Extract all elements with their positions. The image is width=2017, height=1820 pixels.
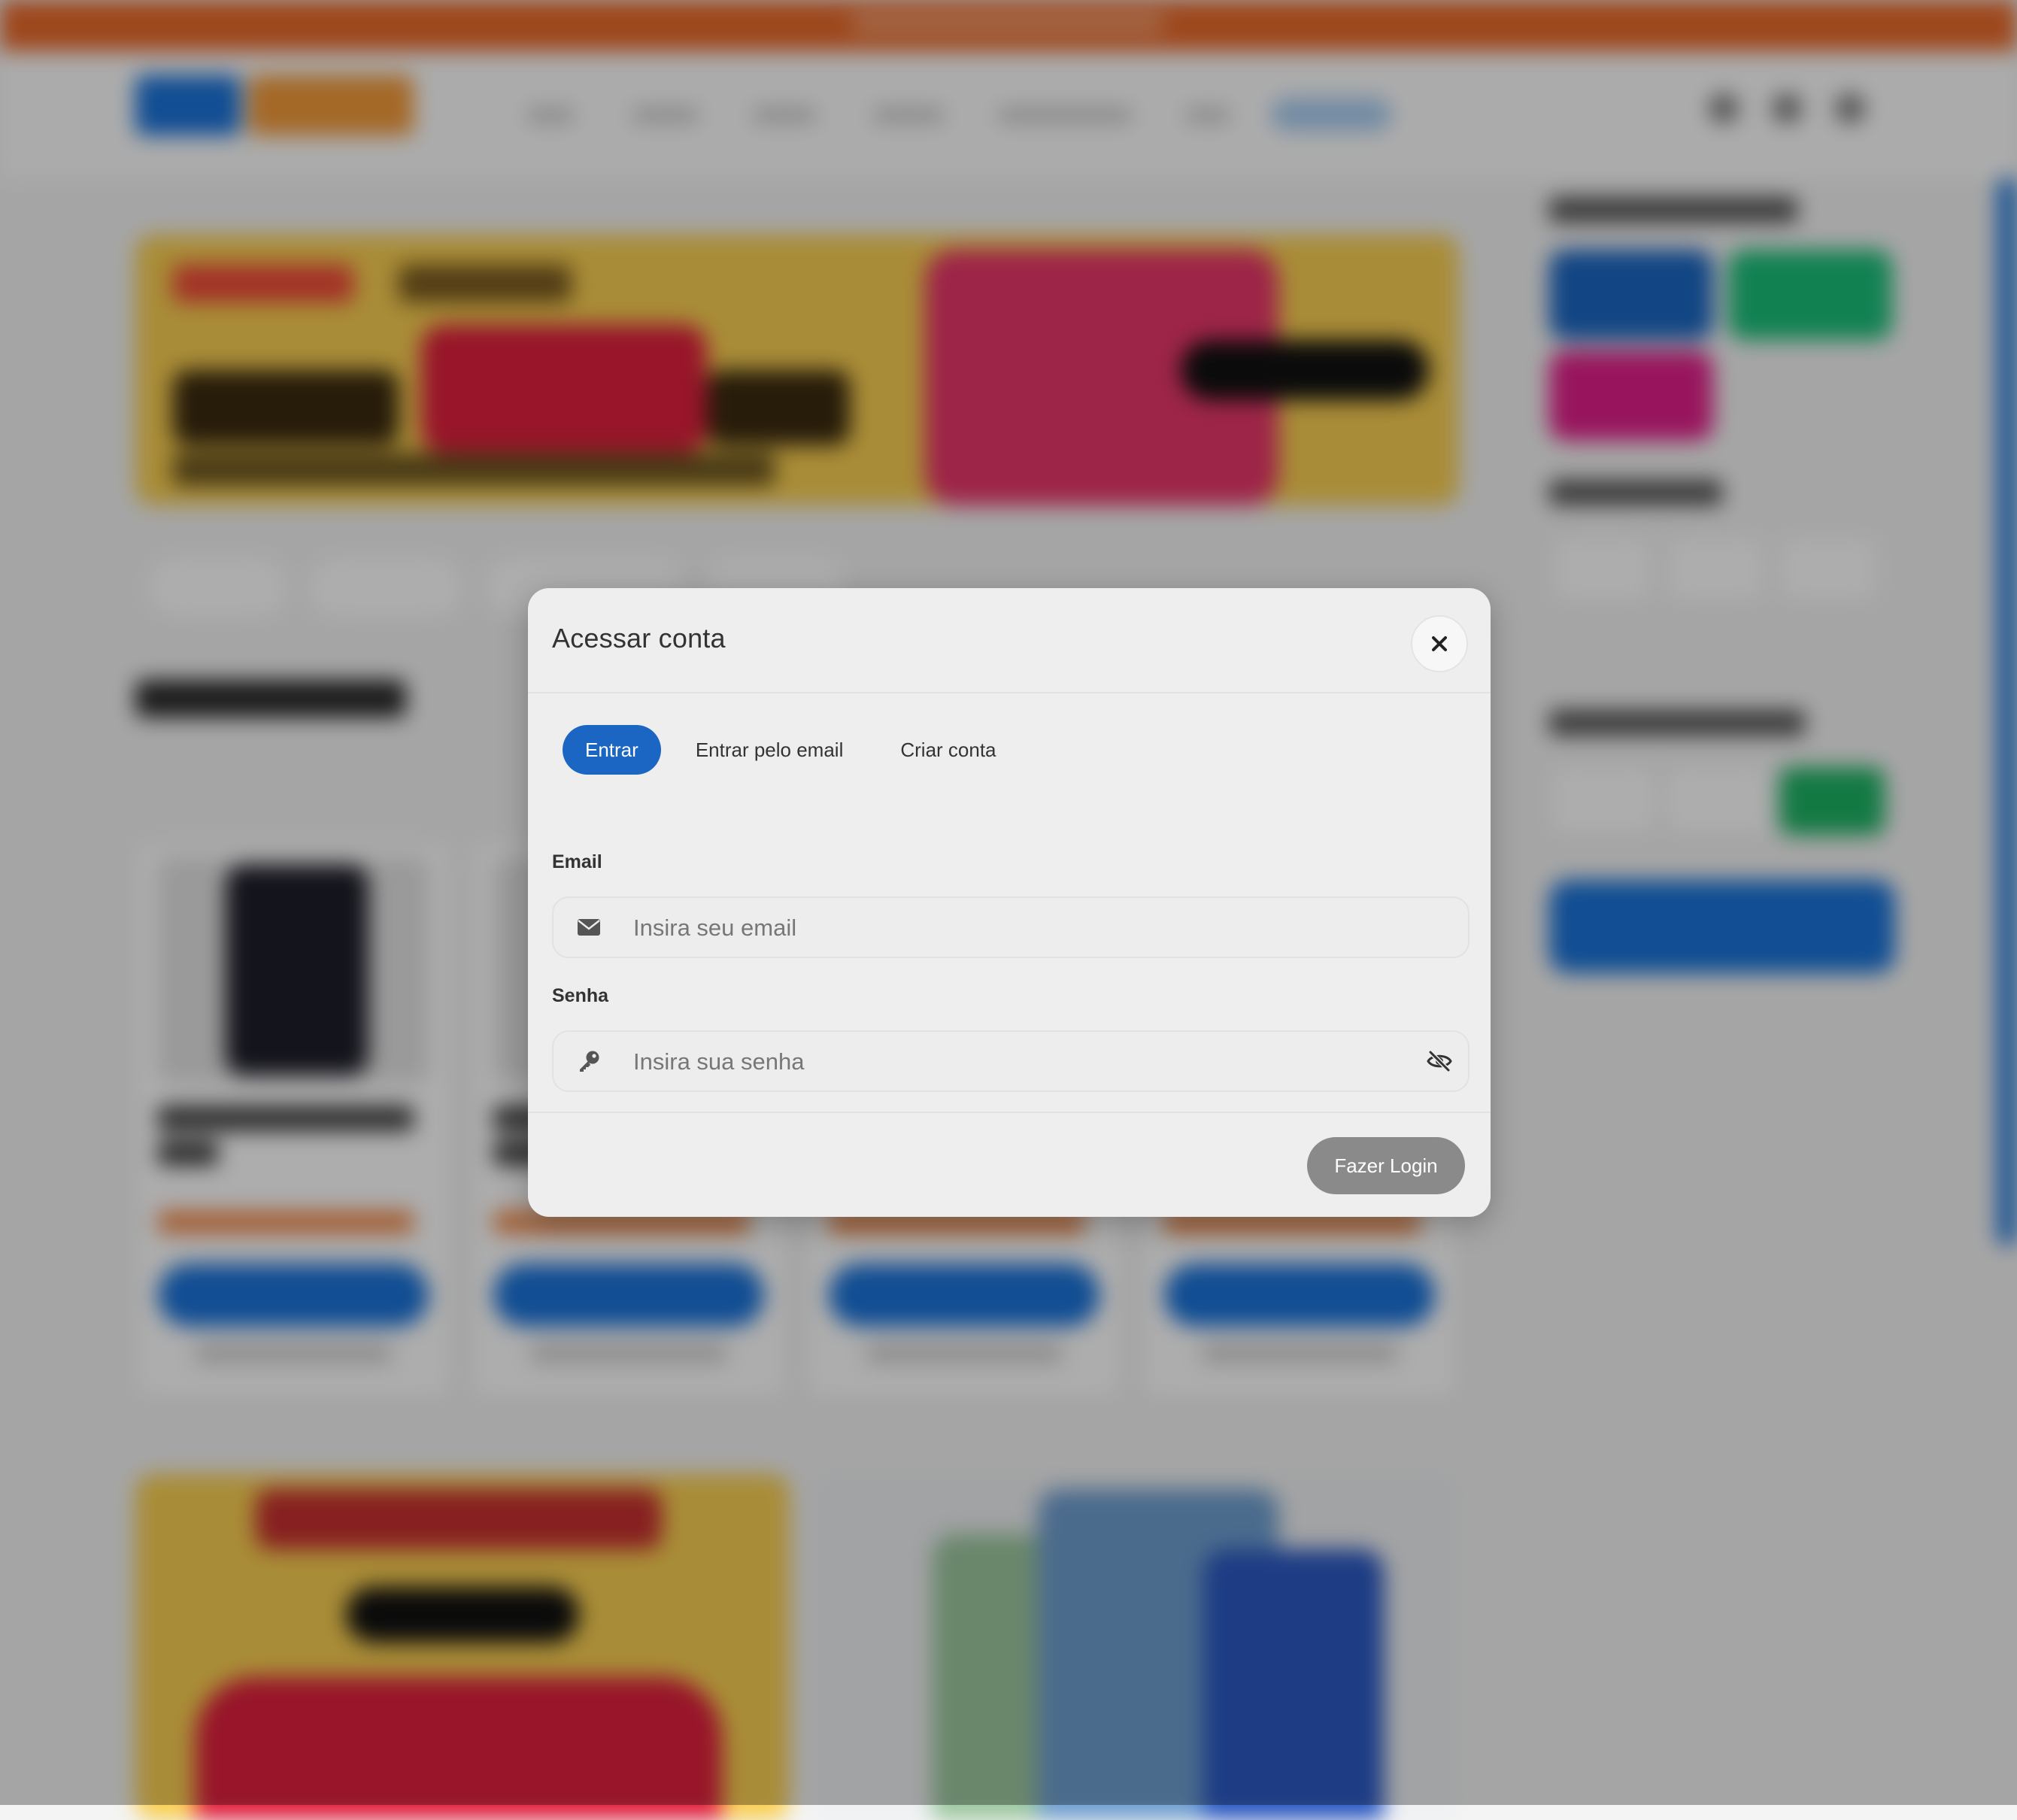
email-input[interactable]	[632, 898, 1372, 958]
email-label: Email	[552, 851, 602, 872]
tab-entrar[interactable]: Entrar	[563, 725, 661, 775]
modal-header: Acessar conta	[528, 588, 1491, 693]
modal-footer: Fazer Login	[528, 1112, 1491, 1217]
tab-criar-conta[interactable]: Criar conta	[878, 725, 1018, 775]
login-modal: Acessar conta Entrar Entrar pelo email C…	[528, 588, 1491, 1217]
eye-slash-icon[interactable]	[1426, 1048, 1453, 1074]
password-field-wrapper	[552, 1030, 1470, 1092]
login-button[interactable]: Fazer Login	[1307, 1137, 1465, 1194]
email-field-wrapper	[552, 896, 1470, 958]
envelope-icon	[576, 916, 602, 939]
password-input[interactable]	[632, 1032, 1372, 1092]
auth-tabs: Entrar Entrar pelo email Criar conta	[563, 725, 1019, 775]
key-icon	[576, 1050, 602, 1072]
close-icon	[1432, 636, 1447, 651]
modal-title: Acessar conta	[552, 623, 726, 654]
password-label: Senha	[552, 985, 609, 1006]
tab-entrar-pelo-email[interactable]: Entrar pelo email	[673, 725, 866, 775]
close-button[interactable]	[1411, 615, 1468, 672]
